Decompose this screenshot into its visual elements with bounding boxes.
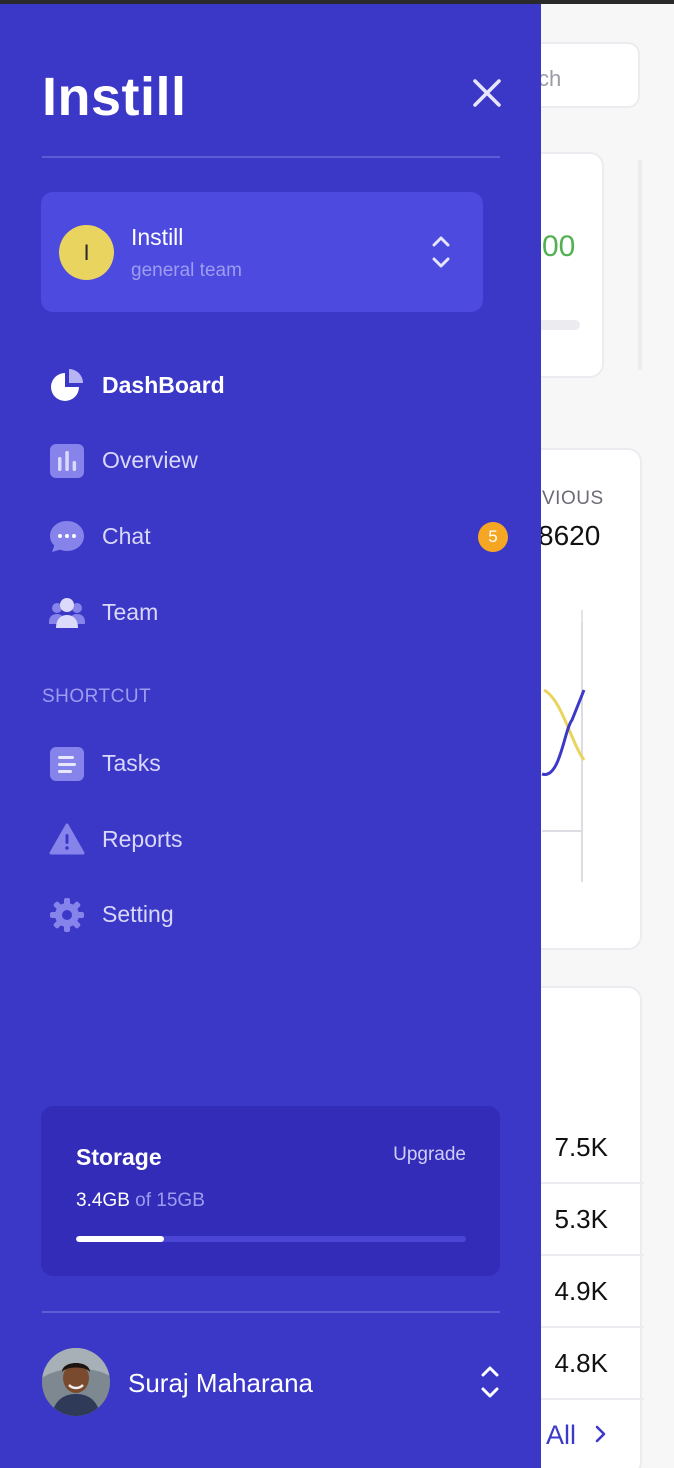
nav-item-setting[interactable]: Setting xyxy=(42,890,512,940)
people-icon xyxy=(49,598,85,628)
stat-value: 4.9K xyxy=(554,1276,609,1306)
nav-item-reports[interactable]: Reports xyxy=(42,815,512,865)
storage-title: Storage xyxy=(76,1144,162,1170)
storage-progress-bar xyxy=(76,1236,466,1242)
team-switcher[interactable]: I Instill general team xyxy=(41,192,483,312)
close-icon xyxy=(473,79,501,107)
chat-count-badge: 5 xyxy=(478,522,508,552)
nav-label: Reports xyxy=(102,826,183,852)
view-all-link[interactable]: All xyxy=(546,1420,608,1451)
nav-item-tasks[interactable]: Tasks xyxy=(42,739,512,789)
search-placeholder: ch xyxy=(538,66,562,91)
stat-value: 5.3K xyxy=(554,1204,609,1234)
sidebar-drawer: Instill I Instill general team DashBoard… xyxy=(0,4,541,1468)
chevron-updown-icon xyxy=(432,236,450,268)
nav-item-dashboard[interactable]: DashBoard xyxy=(42,361,512,411)
series-current-line xyxy=(541,689,586,776)
upgrade-link[interactable]: Upgrade xyxy=(393,1144,466,1166)
chat-bubble-icon xyxy=(50,521,84,552)
chevron-updown-icon xyxy=(481,1366,499,1398)
team-name: Instill xyxy=(131,224,184,250)
nav-label: Tasks xyxy=(102,750,161,776)
storage-total: of 15GB xyxy=(135,1190,205,1211)
storage-progress-fill xyxy=(76,1236,165,1242)
chart-card-number: 8620 xyxy=(538,520,601,551)
pie-chart-icon xyxy=(51,369,83,401)
summary-value: 00 xyxy=(542,230,576,263)
nav-item-team[interactable]: Team xyxy=(42,588,512,638)
bar-chart-icon xyxy=(50,444,84,478)
nav-label: DashBoard xyxy=(102,372,225,398)
user-profile-switcher[interactable]: Suraj Maharana xyxy=(42,1346,512,1418)
user-photo xyxy=(42,1348,110,1416)
nav-label: Overview xyxy=(102,447,198,473)
stat-value: 7.5K xyxy=(554,1132,609,1162)
chart-card-label: VIOUS xyxy=(542,488,604,509)
avatar xyxy=(42,1348,110,1416)
nav-item-chat[interactable]: Chat 5 xyxy=(42,512,512,562)
nav-label: Setting xyxy=(102,901,174,927)
user-name: Suraj Maharana xyxy=(128,1368,313,1398)
team-subtitle: general team xyxy=(131,260,242,281)
storage-used-value: 3.4GB xyxy=(76,1190,130,1211)
app-logo: Instill xyxy=(42,67,187,127)
storage-panel: Storage Upgrade 3.4GB of 15GB xyxy=(41,1106,500,1276)
footer-divider xyxy=(42,1311,500,1313)
gear-icon xyxy=(50,898,84,932)
stat-value: 4.8K xyxy=(554,1348,609,1378)
list-icon xyxy=(50,747,84,781)
nav-label: Chat xyxy=(102,523,151,549)
nav-label: Team xyxy=(102,599,159,625)
nav-item-overview[interactable]: Overview xyxy=(42,436,512,486)
header-divider xyxy=(42,156,500,158)
storage-usage: 3.4GB of 15GB xyxy=(76,1190,205,1212)
shortcut-section-label: SHORTCUT xyxy=(42,686,152,707)
chevron-right-icon xyxy=(595,1425,605,1443)
warning-icon xyxy=(49,823,85,855)
team-avatar: I xyxy=(59,225,114,280)
series-previous-line xyxy=(543,688,586,761)
view-all-label: All xyxy=(546,1420,577,1450)
summary-card-edge xyxy=(638,160,642,370)
close-button[interactable] xyxy=(470,76,504,110)
